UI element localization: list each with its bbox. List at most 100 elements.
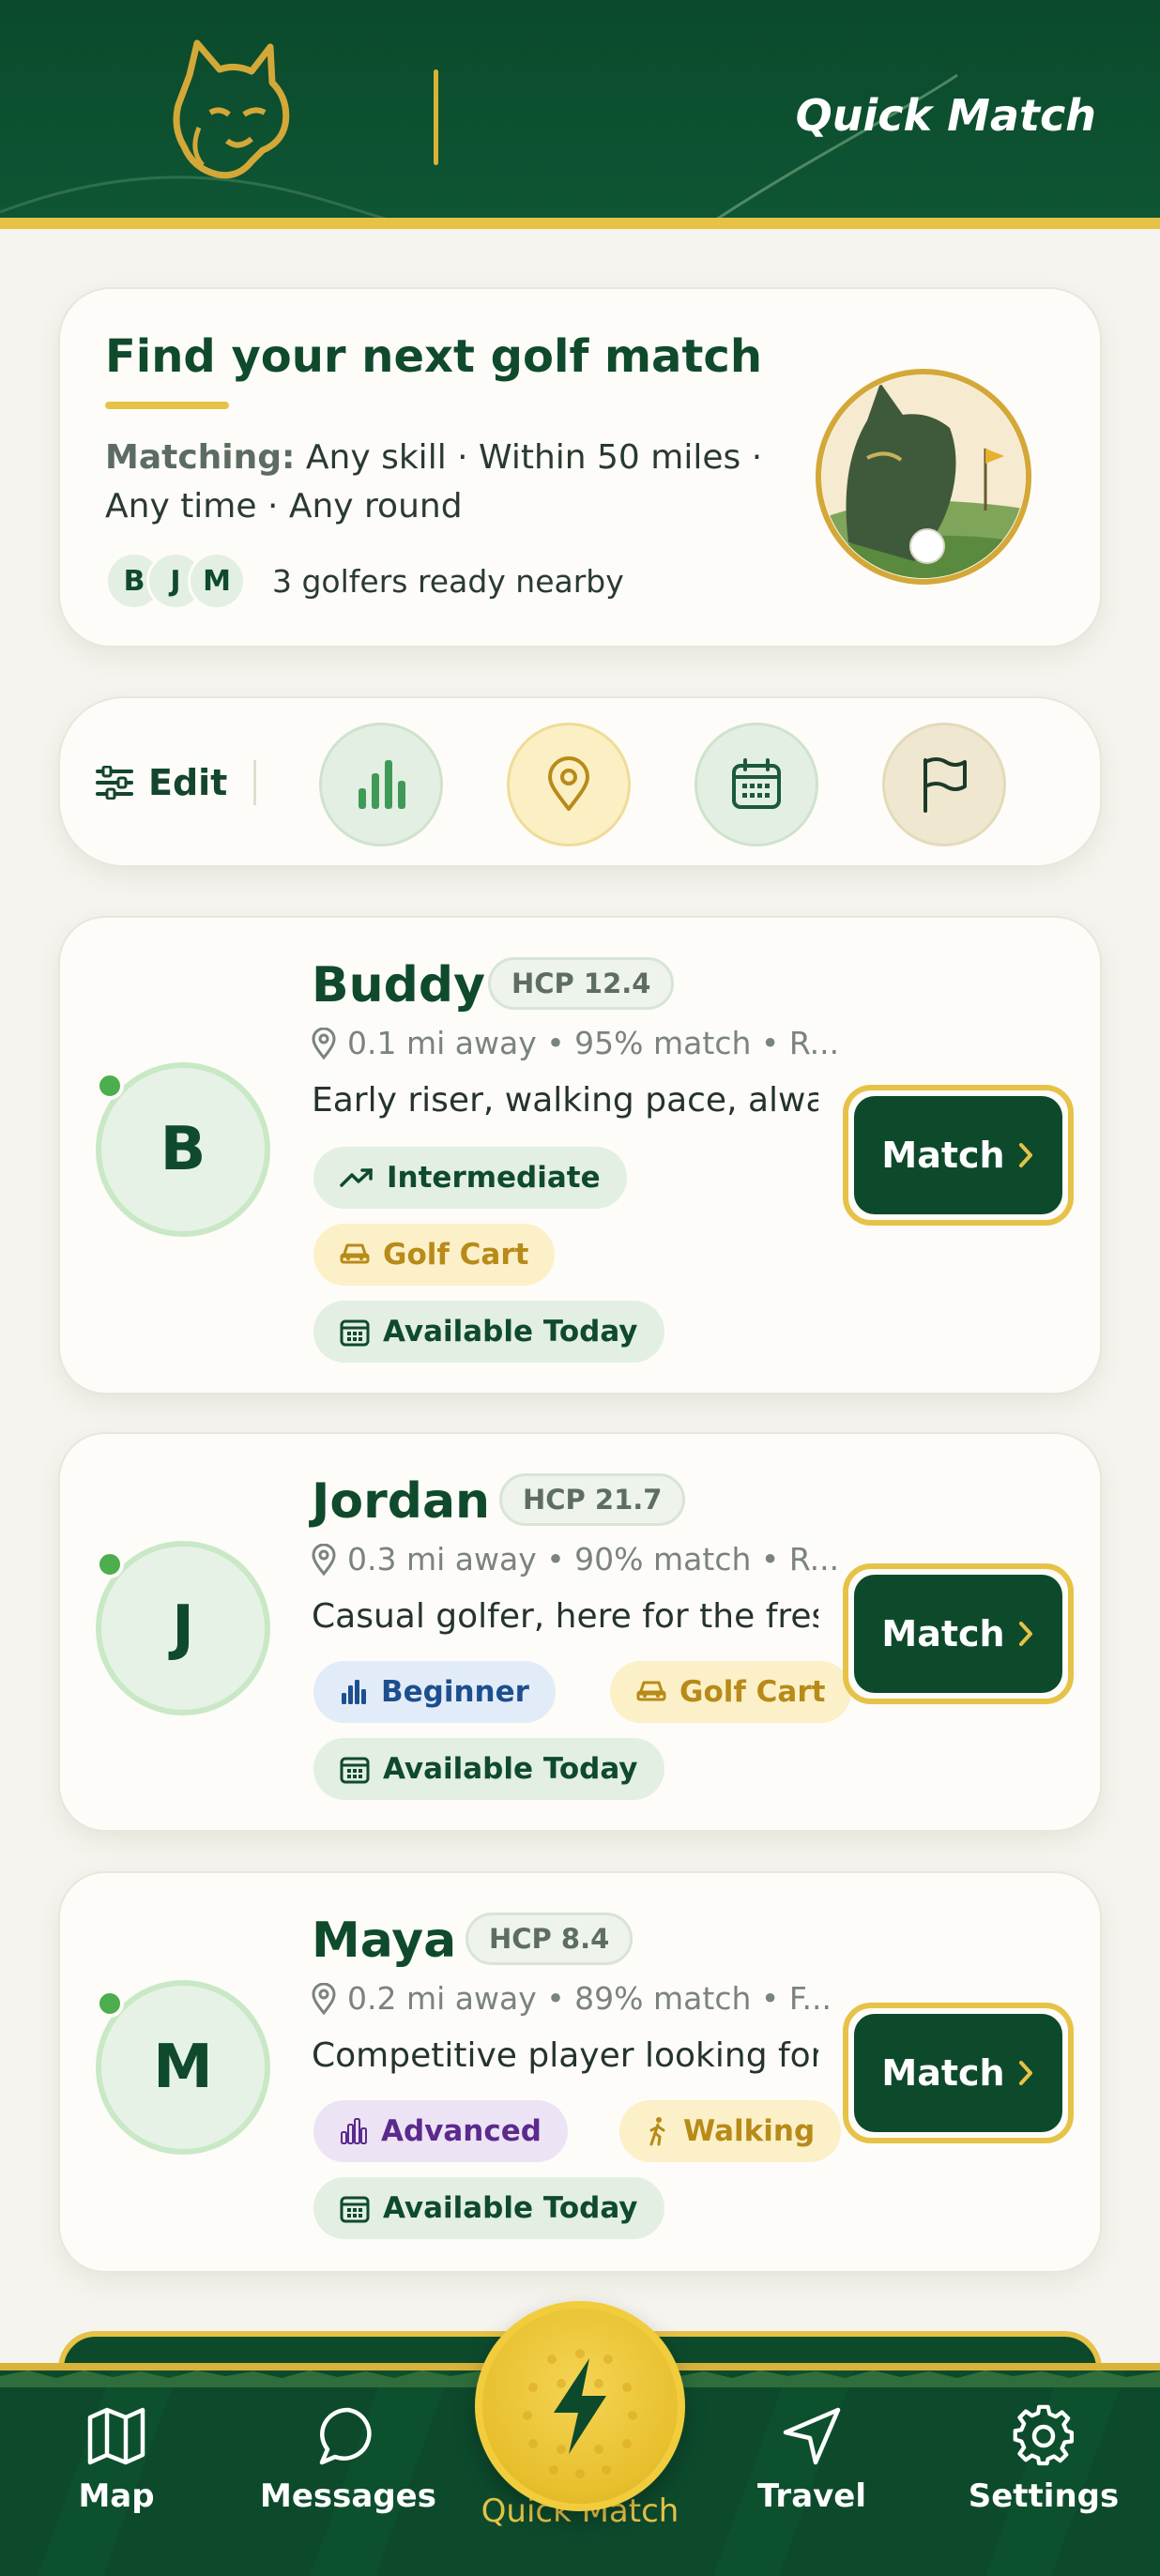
gear-icon <box>1013 2404 1075 2466</box>
app-header: Quick Match <box>0 0 1160 229</box>
header-divider <box>434 69 438 165</box>
availability-chip: Available Today <box>313 1738 664 1800</box>
chip-label: Available Today <box>383 2191 638 2225</box>
round-filter-button[interactable] <box>882 723 1006 846</box>
match-button-inner: Match <box>854 1096 1062 1214</box>
match-button[interactable]: Match <box>843 1085 1074 1226</box>
chevron-right-icon <box>1018 2061 1032 2085</box>
player-name: Buddy <box>312 957 485 1014</box>
mini-avatar: M <box>188 552 246 610</box>
player-card[interactable]: M Maya HCP 8.4 0.2 mi away • 89% match •… <box>58 1871 1102 2273</box>
nav-label: Map <box>78 2477 155 2515</box>
skill-chip: Advanced <box>313 2100 568 2162</box>
calendar-icon <box>340 1757 370 1784</box>
chip-label: Golf Cart <box>383 1238 529 1272</box>
header-accent-line <box>0 218 1160 229</box>
player-bio: Casual golfer, here for the fres... <box>312 1597 818 1636</box>
chip-label: Walking <box>683 2114 816 2148</box>
handicap-badge: HCP 8.4 <box>466 1913 633 1965</box>
ready-nearby-text: 3 golfers ready nearby <box>272 563 624 600</box>
navigation-icon <box>783 2407 841 2465</box>
wildcat-logo-icon <box>173 39 290 179</box>
chip-label: Beginner <box>381 1675 529 1709</box>
chip-label: Advanced <box>381 2114 542 2148</box>
player-name: Maya <box>312 1913 457 1969</box>
edit-filters-button[interactable]: Edit <box>96 755 227 811</box>
player-meta-text: 0.2 mi away • 89% match • F... <box>347 1980 832 2017</box>
chip-label: Golf Cart <box>679 1675 826 1709</box>
nav-item-map[interactable]: Map <box>8 2404 224 2515</box>
match-button-inner: Match <box>854 1575 1062 1693</box>
location-pin-icon <box>312 1982 336 2015</box>
hero-underline <box>105 402 229 409</box>
chip-label: Intermediate <box>387 1161 601 1195</box>
handicap-badge: HCP 12.4 <box>488 957 675 1010</box>
player-meta: 0.1 mi away • 95% match • R... <box>312 1025 839 1061</box>
nav-item-travel[interactable]: Travel <box>704 2404 920 2515</box>
walking-icon <box>649 2117 665 2146</box>
calendar-icon <box>340 2196 370 2223</box>
match-label: Match <box>881 1613 1005 1654</box>
map-icon <box>87 2407 145 2465</box>
skill-filter-button[interactable] <box>319 723 443 846</box>
matching-criteria: Matching: Any skill · Within 50 miles · … <box>105 434 818 531</box>
calendar-icon <box>732 758 781 809</box>
chat-icon <box>319 2407 372 2465</box>
transport-chip: Golf Cart <box>313 1224 556 1286</box>
location-pin-icon <box>312 1543 336 1576</box>
find-match-card: Find your next golf match Matching: Any … <box>58 287 1102 648</box>
player-bio: Early riser, walking pace, alway... <box>312 1081 818 1120</box>
chevron-right-icon <box>1018 1143 1032 1167</box>
nav-item-messages[interactable]: Messages <box>240 2404 456 2515</box>
availability-chip: Available Today <box>313 2177 664 2239</box>
nav-label: Messages <box>260 2477 436 2515</box>
calendar-icon <box>340 1319 370 1347</box>
matching-criteria-line1: Any skill · Within 50 miles · <box>305 438 763 477</box>
lightning-icon <box>554 2358 606 2454</box>
chip-label: Available Today <box>383 1752 638 1786</box>
time-filter-button[interactable] <box>694 723 818 846</box>
match-button[interactable]: Match <box>843 1563 1074 1704</box>
cart-icon <box>636 1681 666 1701</box>
match-label: Match <box>881 1135 1005 1176</box>
online-status-dot <box>96 1989 124 2018</box>
distance-filter-button[interactable] <box>507 723 631 846</box>
player-meta-text: 0.1 mi away • 95% match • R... <box>347 1025 840 1061</box>
nav-label: Travel <box>756 2477 867 2515</box>
edit-label: Edit <box>148 762 228 803</box>
filter-bar: Edit <box>58 696 1102 867</box>
sliders-icon <box>96 766 133 800</box>
location-pin-icon <box>548 756 589 811</box>
filter-divider <box>253 760 256 805</box>
bar-chart-icon <box>342 1680 366 1704</box>
location-pin-icon <box>312 1027 336 1059</box>
player-meta-text: 0.3 mi away • 90% match • R... <box>347 1541 840 1578</box>
player-meta: 0.3 mi away • 90% match • R... <box>312 1541 839 1578</box>
player-bio: Competitive player looking for... <box>312 2036 818 2075</box>
online-status-dot <box>96 1550 124 1578</box>
nav-label: Settings <box>968 2477 1120 2515</box>
match-button[interactable]: Match <box>843 2003 1074 2143</box>
page-title: Quick Match <box>795 90 1096 141</box>
trend-up-icon <box>340 1168 373 1187</box>
player-card[interactable]: B Buddy HCP 12.4 0.1 mi away • 95% match… <box>58 916 1102 1395</box>
match-label: Match <box>881 2052 1005 2094</box>
bar-chart-icon <box>341 2118 367 2144</box>
availability-chip: Available Today <box>313 1301 664 1363</box>
player-name: Jordan <box>312 1473 491 1530</box>
skill-chip: Beginner <box>313 1661 556 1723</box>
quick-match-fab[interactable] <box>475 2301 685 2511</box>
matching-criteria-line2: Any time · Any round <box>105 487 463 526</box>
chevron-right-icon <box>1018 1622 1032 1646</box>
transport-chip: Golf Cart <box>610 1661 852 1723</box>
wildcat-golf-emblem-icon <box>816 369 1031 585</box>
matching-label: Matching: <box>105 438 296 477</box>
transport-chip: Walking <box>619 2100 842 2162</box>
online-status-dot <box>96 1072 124 1100</box>
match-button-inner: Match <box>854 2014 1062 2132</box>
cart-icon <box>340 1243 370 1264</box>
nav-item-settings[interactable]: Settings <box>936 2404 1152 2515</box>
bar-chart-icon <box>359 760 405 809</box>
player-card[interactable]: J Jordan HCP 21.7 0.3 mi away • 90% matc… <box>58 1432 1102 1832</box>
player-meta: 0.2 mi away • 89% match • F... <box>312 1980 832 2017</box>
